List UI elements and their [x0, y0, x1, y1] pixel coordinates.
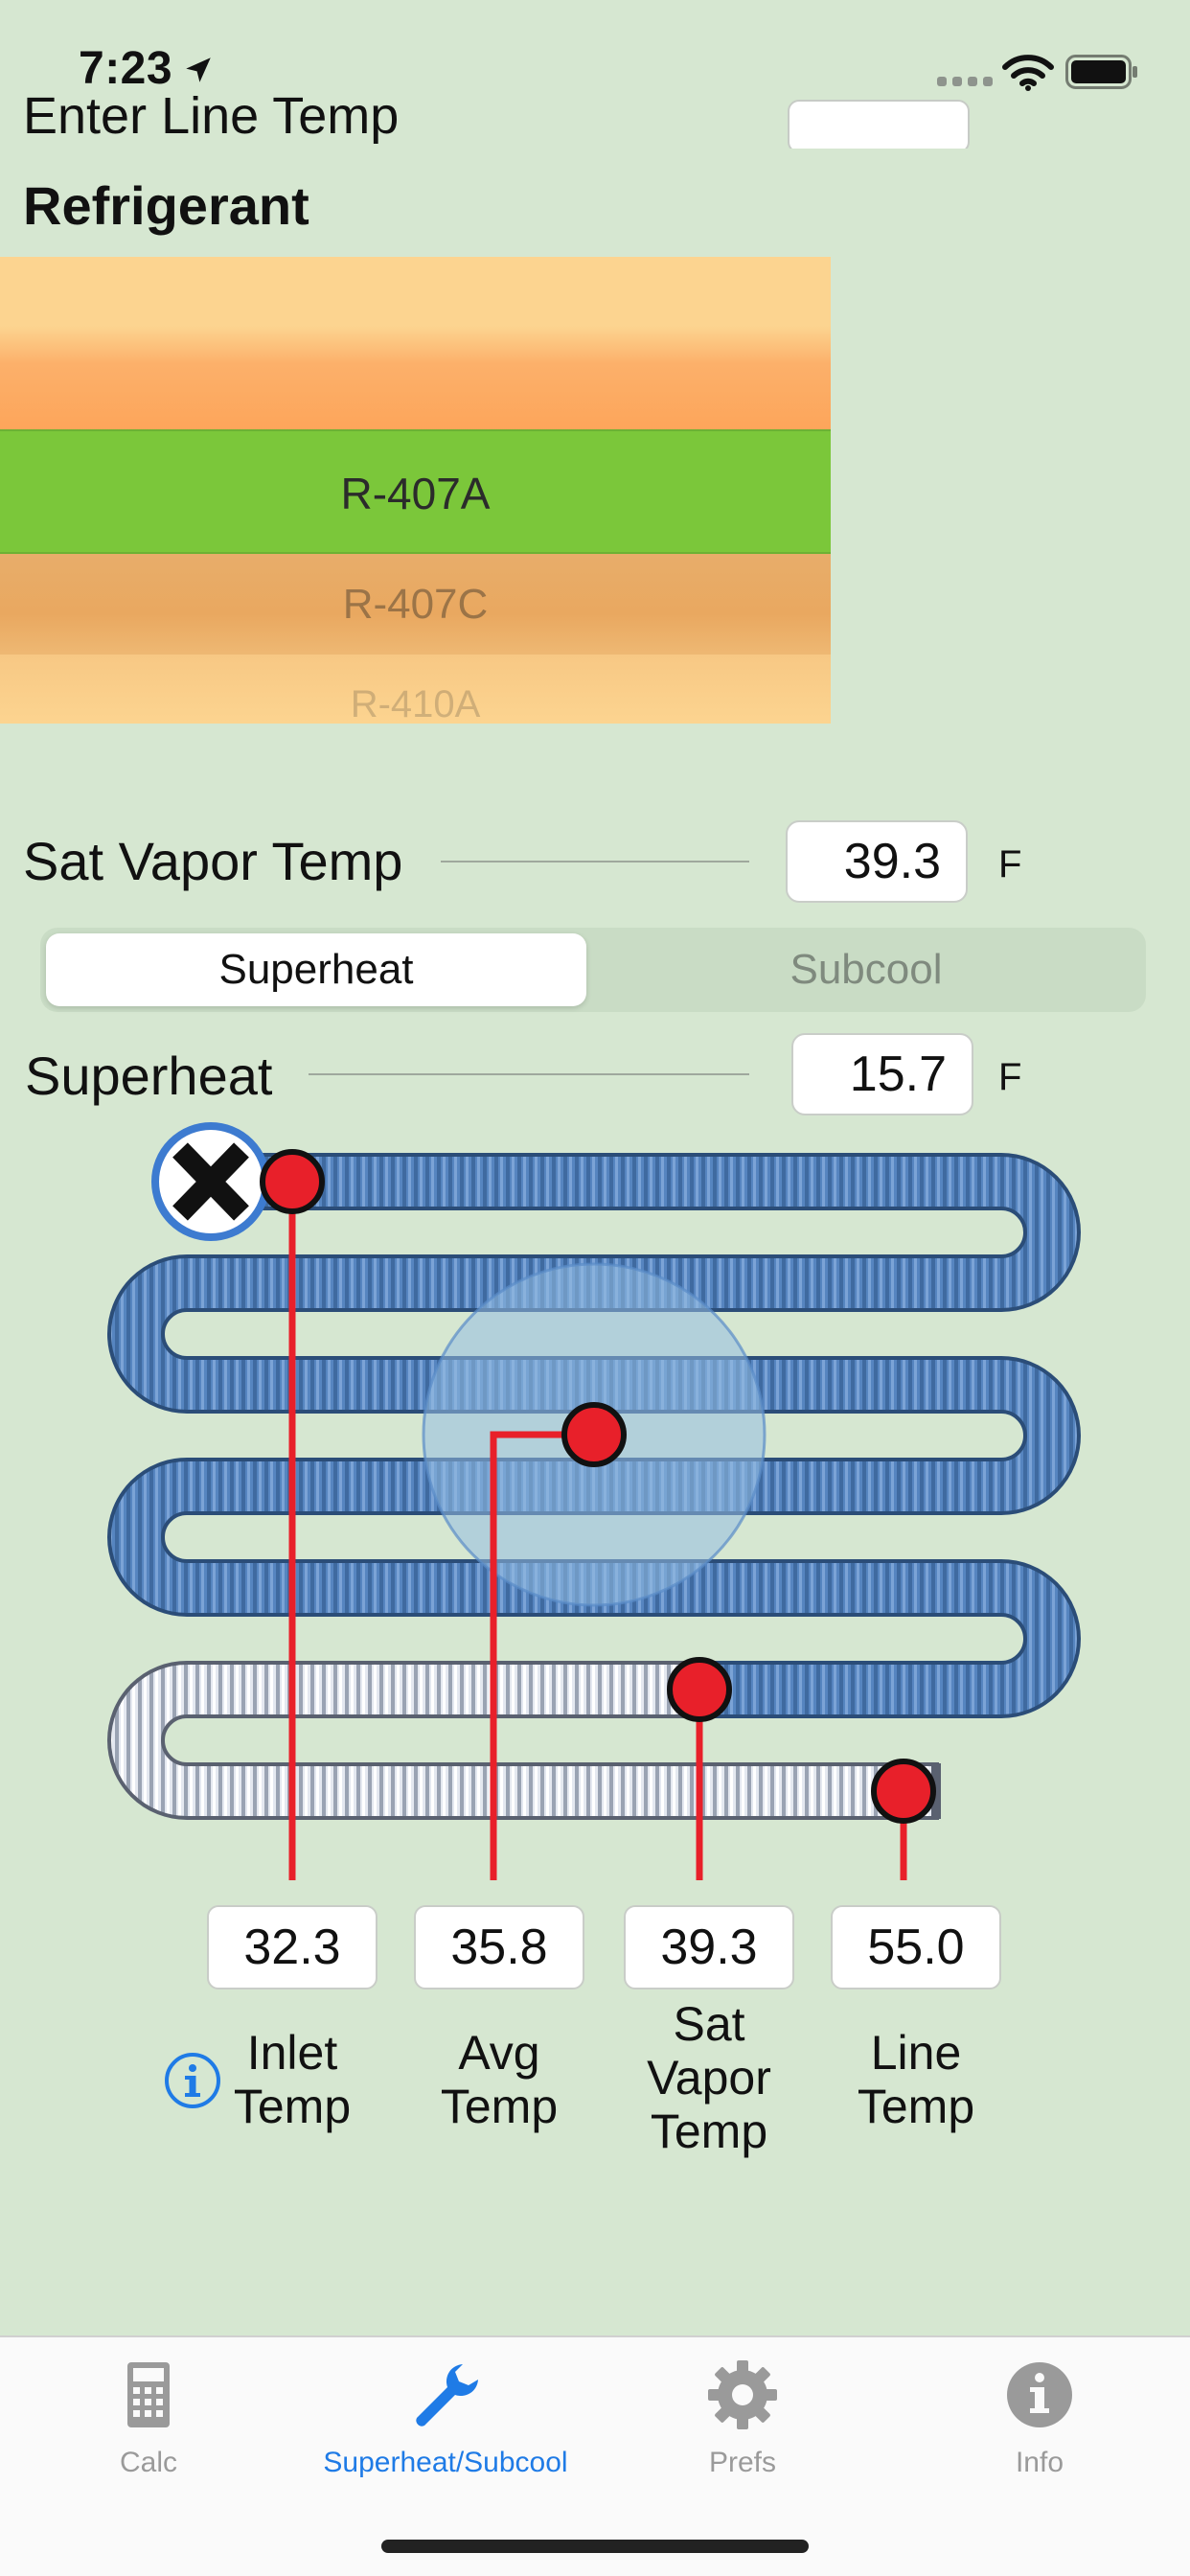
superheat-segment[interactable]: Superheat: [46, 933, 586, 1006]
mode-segmented-control: Superheat Subcool: [40, 928, 1146, 1012]
avg-temp-label-line: Avg: [458, 2026, 540, 2080]
tab-superheat-subcool-label: Superheat/Subcool: [323, 2447, 568, 2478]
line-temp-row: Enter Line Temp: [0, 0, 1190, 149]
avg-temp-marker[interactable]: [561, 1402, 627, 1467]
line-temp-label: Enter Line Temp: [23, 87, 400, 145]
refrigerant-picker[interactable]: R-11 R-407A R-407C R-410A: [0, 257, 831, 724]
superheat-unit: F: [998, 1056, 1022, 1098]
line-temp-readout-label: Line Temp: [811, 2026, 1021, 2133]
picker-option[interactable]: R-407C: [0, 554, 831, 655]
sat-vapor-temp-value[interactable]: 39.3: [624, 1905, 794, 1990]
inlet-temp-marker[interactable]: [260, 1149, 325, 1214]
sat-vapor-temp-field[interactable]: 39.3: [786, 820, 968, 903]
inlet-temp-label-line: Temp: [233, 2080, 352, 2133]
sat-vapor-label-line: Sat: [673, 1997, 745, 2051]
tab-superheat-subcool[interactable]: Superheat/Subcool: [297, 2357, 594, 2479]
calculator-icon: [127, 2362, 170, 2427]
sat-vapor-temp-marker[interactable]: [667, 1657, 732, 1722]
home-indicator: [381, 2540, 809, 2553]
picker-option-label: R-410A: [350, 683, 481, 724]
avg-temp-value[interactable]: 35.8: [414, 1905, 584, 1990]
tab-info[interactable]: Info: [891, 2357, 1188, 2479]
inlet-temp-label-line: Inlet: [246, 2026, 338, 2080]
tab-info-label: Info: [1015, 2447, 1064, 2478]
tab-calc[interactable]: Calc: [0, 2357, 297, 2479]
refrigerant-heading: Refrigerant: [23, 175, 309, 236]
sat-vapor-unit: F: [998, 843, 1022, 886]
info-icon: [1007, 2362, 1072, 2427]
sat-vapor-temp-readout-label: Sat Vapor Temp: [604, 1997, 814, 2158]
line-temp-field[interactable]: [788, 100, 970, 149]
tab-prefs[interactable]: Prefs: [594, 2357, 891, 2479]
line-temp-value[interactable]: 55.0: [831, 1905, 1001, 1990]
tab-calc-label: Calc: [119, 2447, 177, 2478]
line-temp-label-line: Temp: [857, 2080, 975, 2133]
inlet-temp-label: Inlet Temp: [187, 2026, 398, 2133]
superheat-label: Superheat: [25, 1046, 273, 1106]
wrench-icon: [416, 2364, 478, 2426]
line-temp-label-line: Line: [870, 2026, 962, 2080]
evaporator-coil-diagram: [107, 1122, 1081, 1880]
avg-temp-label-line: Temp: [440, 2080, 559, 2133]
sat-vapor-label-line: Vapor: [647, 2051, 771, 2104]
sat-vapor-label-line: Temp: [650, 2104, 768, 2158]
subcool-segment[interactable]: Subcool: [592, 933, 1140, 1006]
avg-temp-label: Avg Temp: [394, 2026, 605, 2133]
sat-vapor-temp-label: Sat Vapor Temp: [23, 831, 403, 891]
picker-selected-option[interactable]: R-407A: [0, 429, 831, 554]
line-temp-marker[interactable]: [871, 1759, 936, 1824]
expansion-valve-icon: [151, 1122, 270, 1241]
gear-icon: [708, 2360, 777, 2429]
inlet-temp-value[interactable]: 32.3: [207, 1905, 378, 1990]
tab-prefs-label: Prefs: [708, 2447, 777, 2478]
leader-line: [309, 1073, 749, 1075]
leader-line: [441, 861, 749, 862]
picker-option[interactable]: R-410A: [0, 655, 831, 724]
